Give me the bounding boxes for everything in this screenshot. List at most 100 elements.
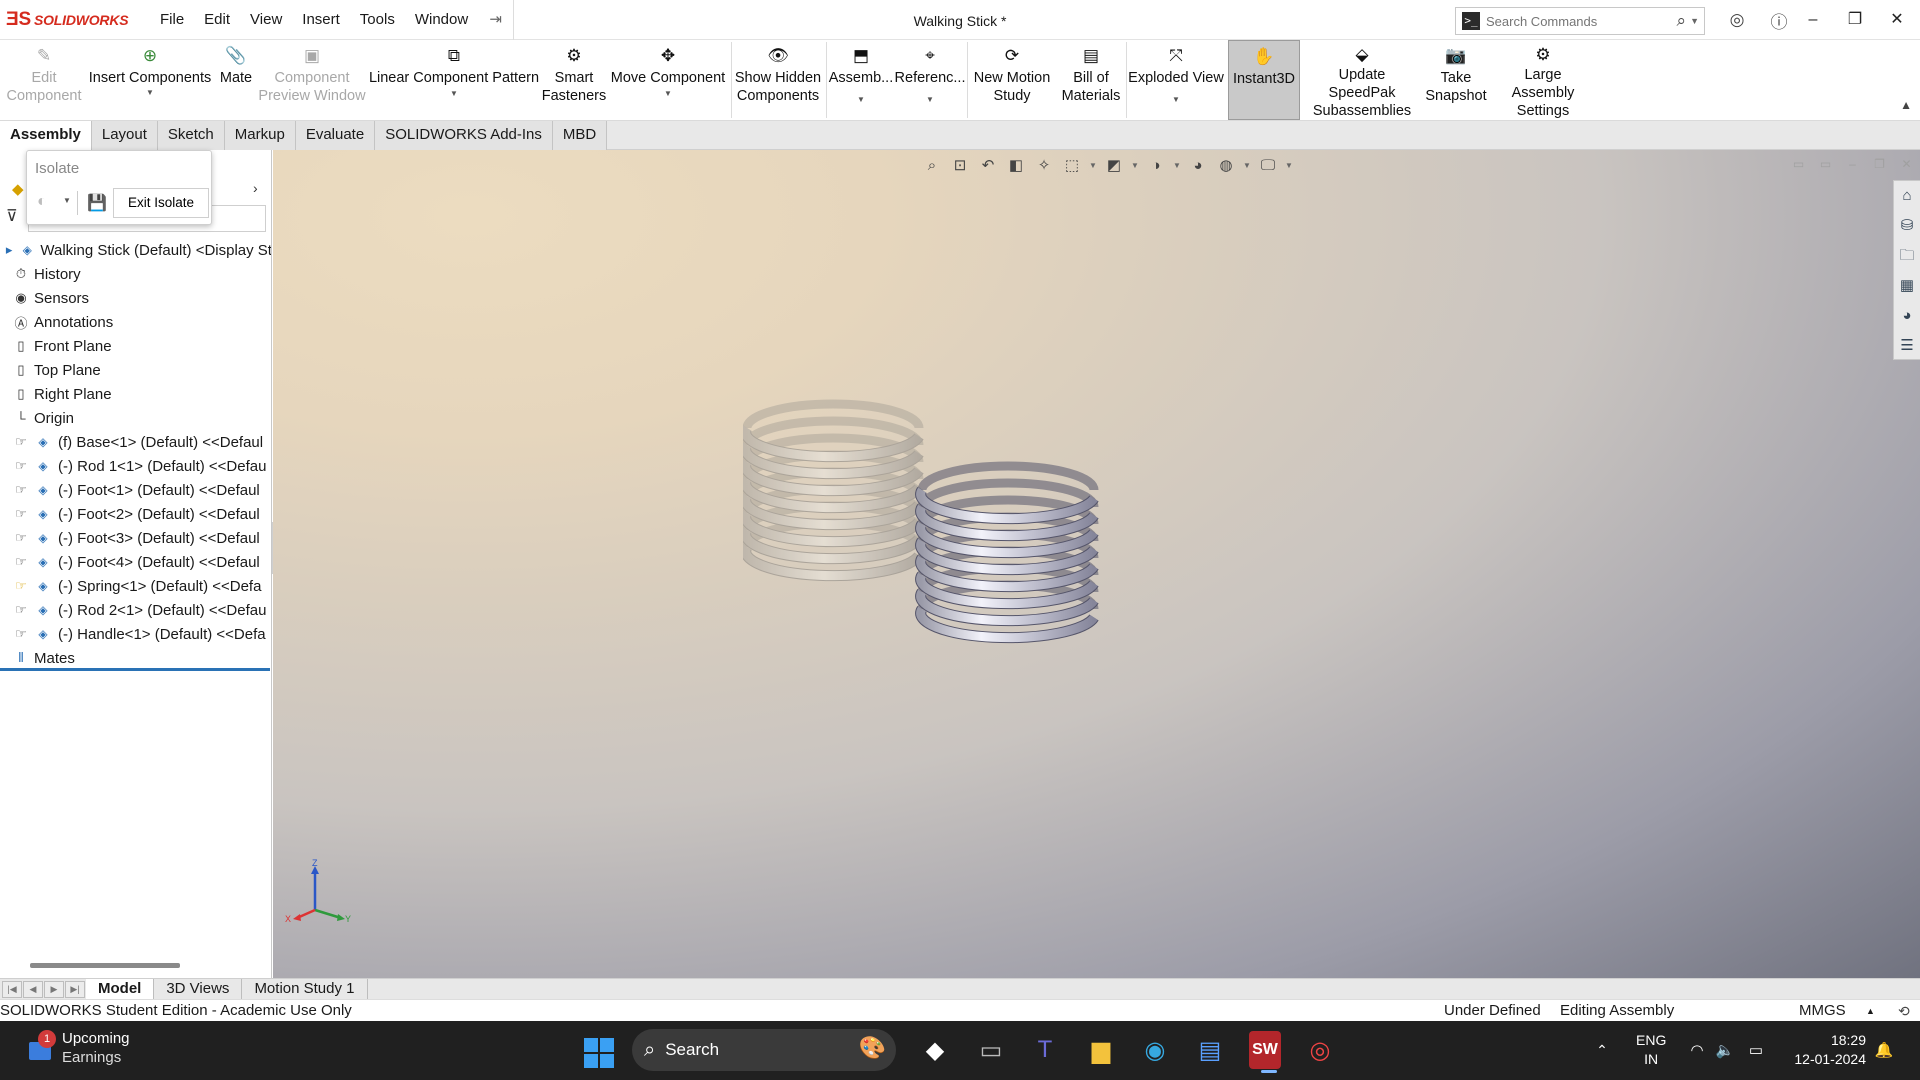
prev-tab-icon[interactable]: ◀	[23, 980, 43, 998]
view-settings-icon[interactable]: 🖵	[1255, 157, 1281, 174]
chevron-up-icon[interactable]: ▲	[1866, 1000, 1875, 1022]
tree-item-base[interactable]: ☞ ◈ (f) Base<1> (Default) <<Defaul	[0, 430, 271, 454]
solidworks-logo[interactable]: ƎS SOLIDWORKS	[6, 9, 142, 31]
tab-assembly[interactable]: Assembly	[0, 121, 92, 150]
tree-item-foot-1[interactable]: ☞ ◈ (-) Foot<1> (Default) <<Defaul	[0, 478, 271, 502]
take-snapshot-button[interactable]: 📷 Take Snapshot	[1422, 40, 1490, 120]
tab-markup[interactable]: Markup	[224, 121, 296, 150]
instant3d-button[interactable]: ✋ Instant3D	[1228, 40, 1300, 120]
dynamic-annotation-icon[interactable]: ✧	[1031, 156, 1057, 174]
battery-icon[interactable]: ▭	[1736, 1031, 1776, 1069]
chevron-down-icon[interactable]: ▼	[1283, 161, 1295, 170]
large-assembly-settings-button[interactable]: ⚙ Large Assembly Settings	[1492, 40, 1594, 120]
pin-menu-icon[interactable]: ⇥	[478, 0, 515, 40]
windows-start-icon[interactable]	[584, 1038, 614, 1068]
update-speedpak-button[interactable]: ⬙ Update SpeedPak Subassemblies	[1304, 40, 1420, 120]
chevron-right-icon[interactable]: ›	[253, 180, 258, 196]
chevron-down-icon[interactable]: ▼	[146, 88, 154, 98]
tab-solidworks-add-ins[interactable]: SOLIDWORKS Add-Ins	[375, 121, 553, 150]
mate-button[interactable]: 📎 Mate	[214, 40, 258, 120]
exit-isolate-button[interactable]: Exit Isolate	[113, 188, 209, 218]
input-language[interactable]: ENG IN	[1636, 1031, 1666, 1069]
tree-item-handle[interactable]: ☞ ◈ (-) Handle<1> (Default) <<Defa	[0, 622, 271, 646]
edge-icon[interactable]: ◉	[1135, 1031, 1175, 1069]
feature-manager-tab-icon[interactable]: ◆	[12, 180, 24, 198]
tab-sketch[interactable]: Sketch	[157, 121, 225, 150]
menu-tools[interactable]: Tools	[350, 0, 405, 40]
solidworks-taskbar-icon[interactable]: SW	[1249, 1031, 1281, 1073]
active-spring[interactable]	[915, 461, 1099, 644]
news-widget[interactable]: 1 Upcoming Earnings	[26, 1029, 130, 1067]
edit-component-button[interactable]: ✎ Edit Component	[4, 40, 84, 120]
chevron-down-icon[interactable]: ▼	[1172, 95, 1180, 105]
restore-button[interactable]: ❐	[1834, 0, 1876, 40]
tree-item-foot-4[interactable]: ☞ ◈ (-) Foot<4> (Default) <<Defaul	[0, 550, 271, 574]
tab-layout[interactable]: Layout	[91, 121, 158, 150]
chevron-up-icon[interactable]: ▲	[1900, 98, 1912, 112]
minimize-button[interactable]: –	[1839, 150, 1866, 178]
reference-geometry-button[interactable]: ⌖ Referenc... ▼	[895, 40, 966, 120]
resources-icon[interactable]: ⛁	[1901, 211, 1914, 241]
system-clock[interactable]: 18:29 12-01-2024	[1786, 1031, 1866, 1069]
user-account-icon[interactable]: ◎	[1716, 10, 1758, 30]
new-motion-study-button[interactable]: ⟳ New Motion Study	[970, 40, 1054, 120]
graphics-area[interactable]: ⌕ ⊡ ↶ ◧ ✧ ⬚ ▼ ◩ ▼ ◑ ▼ ◕ ◍ ▼ 🖵 ▼ ▭ ▭ – ❐ …	[273, 150, 1920, 978]
insert-components-button[interactable]: ⊕ Insert Components ▼	[88, 40, 212, 120]
close-button[interactable]: ✕	[1893, 150, 1920, 178]
exploded-view-button[interactable]: ⤧ Exploded View ▼	[1128, 40, 1224, 120]
tab-evaluate[interactable]: Evaluate	[295, 121, 376, 150]
unit-system[interactable]: MMGS	[1799, 1000, 1846, 1022]
taskbar-search[interactable]: ⌕ Search 🎨	[632, 1029, 896, 1071]
chevron-down-icon[interactable]: ▼	[1129, 161, 1141, 170]
chevron-down-icon[interactable]: ▼	[1087, 161, 1099, 170]
menu-edit[interactable]: Edit	[194, 0, 240, 40]
rebuild-icon[interactable]: ⟲	[1898, 1000, 1910, 1022]
tree-item-origin[interactable]: └ Origin	[0, 406, 271, 430]
tree-item-walking-stick[interactable]: ▸ ◈ Walking Stick (Default) <Display St	[0, 238, 271, 262]
apply-scene-icon[interactable]: ◍	[1213, 156, 1239, 174]
copilot-icon[interactable]: ◆	[915, 1031, 955, 1069]
component-preview-window-button[interactable]: ▣ Component Preview Window	[258, 40, 366, 120]
viewport-split-icon[interactable]: ▭	[1812, 150, 1839, 178]
tree-item-history[interactable]: ⏱ History	[0, 262, 271, 286]
search-icon[interactable]: ⌕	[1677, 11, 1687, 31]
show-hidden-components-button[interactable]: 👁 Show Hidden Components	[734, 40, 822, 120]
chevron-down-icon[interactable]: ▼	[857, 95, 865, 105]
tree-item-spring[interactable]: ☞ ◈ (-) Spring<1> (Default) <<Defa	[0, 574, 271, 598]
first-tab-icon[interactable]: |◀	[2, 980, 22, 998]
next-tab-icon[interactable]: ▶	[44, 980, 64, 998]
spring-model[interactable]	[743, 390, 1143, 710]
chevron-down-icon[interactable]: ▼	[450, 89, 458, 99]
file-explorer-icon[interactable]: ▆	[1081, 1031, 1121, 1069]
tree-item-rod-1[interactable]: ☞ ◈ (-) Rod 1<1> (Default) <<Defau	[0, 454, 271, 478]
close-button[interactable]: ✕	[1876, 0, 1918, 40]
tree-item-rod-2[interactable]: ☞ ◈ (-) Rod 2<1> (Default) <<Defau	[0, 598, 271, 622]
chevron-up-icon[interactable]: ⌃	[1582, 1031, 1622, 1069]
hide-show-items-icon[interactable]: ◑	[1143, 157, 1169, 174]
filter-icon[interactable]: ⊽	[6, 206, 18, 226]
section-view-icon[interactable]: ◧	[1003, 156, 1029, 174]
edit-appearance-icon[interactable]: ◕	[1185, 157, 1211, 174]
design-library-icon[interactable]: 🗀	[1899, 241, 1914, 271]
smart-fasteners-button[interactable]: ⚙ Smart Fasteners	[540, 40, 608, 120]
search-input[interactable]	[1486, 13, 1677, 29]
custom-properties-icon[interactable]: ☰	[1900, 331, 1913, 361]
previous-view-icon[interactable]: ↶	[975, 156, 1001, 174]
tree-item-foot-2[interactable]: ☞ ◈ (-) Foot<2> (Default) <<Defaul	[0, 502, 271, 526]
chevron-down-icon[interactable]: ▼	[63, 196, 71, 205]
menu-insert[interactable]: Insert	[292, 0, 350, 40]
tree-item-foot-3[interactable]: ☞ ◈ (-) Foot<3> (Default) <<Defaul	[0, 526, 271, 550]
save-icon[interactable]: 💾	[87, 193, 107, 213]
menu-file[interactable]: File	[150, 0, 194, 40]
viewport-split-icon[interactable]: ▭	[1785, 150, 1812, 178]
menu-window[interactable]: Window	[405, 0, 478, 40]
task-view-icon[interactable]: ▭	[971, 1031, 1011, 1069]
bill-of-materials-button[interactable]: ▤ Bill of Materials	[1056, 40, 1126, 120]
zoom-to-area-icon[interactable]: ⊡	[947, 156, 973, 174]
appearances-icon[interactable]: ◕	[1902, 301, 1911, 331]
tab-model[interactable]: Model	[86, 979, 155, 999]
tab-motion-study-1[interactable]: Motion Study 1	[242, 979, 368, 999]
microsoft-store-icon[interactable]: ▤	[1190, 1031, 1230, 1069]
last-tab-icon[interactable]: ▶|	[65, 980, 85, 998]
zoom-to-fit-icon[interactable]: ⌕	[919, 157, 945, 174]
